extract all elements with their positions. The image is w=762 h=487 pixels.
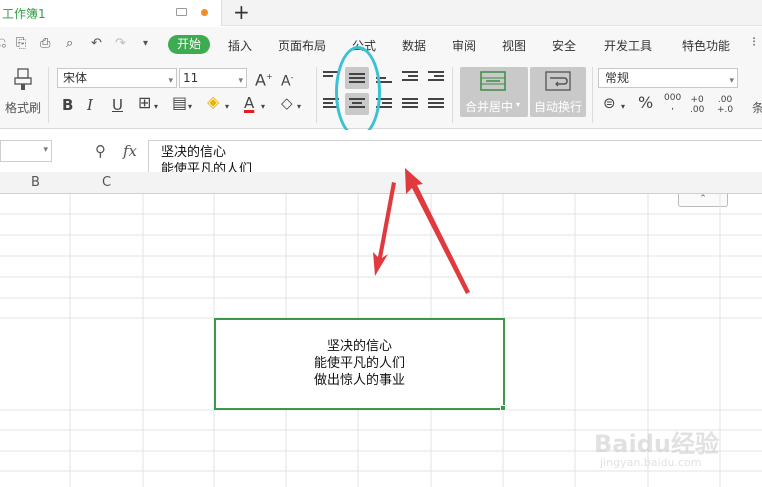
fill-color-icon[interactable]: ◈ (207, 94, 219, 110)
chevron-down-icon: ▾ (516, 100, 521, 109)
percent-icon[interactable]: % (638, 95, 653, 111)
unsaved-dot-icon (201, 9, 208, 16)
active-cell[interactable]: 坚决的信心 能使平凡的人们 做出惊人的事业 (214, 318, 505, 410)
dec-decimal-bottom: +.0 (717, 105, 734, 115)
distributed-align-icon[interactable] (428, 98, 444, 112)
thousands-label: 000 (664, 93, 682, 103)
inc-decimal-bottom: .00 (690, 105, 705, 115)
thousands-separator-icon[interactable]: 000, (664, 94, 681, 112)
fill-style-icon[interactable]: ▤ (172, 95, 187, 111)
column-header-b[interactable]: B (31, 175, 40, 190)
chevron-down-icon: ▾ (43, 145, 48, 155)
menu-special-features[interactable]: 特色功能 (682, 37, 730, 54)
document-tab[interactable]: 工作簿1 (0, 0, 222, 26)
separator (592, 67, 593, 123)
decrease-decimal-icon[interactable]: .00 +.0 (717, 95, 733, 115)
fill-handle[interactable] (500, 405, 506, 411)
menu-security[interactable]: 安全 (552, 37, 576, 54)
align-top-icon[interactable] (323, 71, 339, 85)
currency-icon[interactable]: ⊜ (603, 95, 616, 111)
screen-icon[interactable] (176, 8, 187, 16)
watermark-main: Baidu经验 (594, 430, 719, 458)
chevron-down-icon[interactable]: ▾ (297, 99, 301, 115)
column-header-c[interactable]: C (102, 175, 111, 190)
chevron-down-icon: ▾ (168, 76, 173, 86)
increase-decimal-icon[interactable]: +0.00 (690, 95, 704, 115)
dec-decimal-top: .00 (717, 95, 733, 105)
chevron-down-icon[interactable]: ▾ (621, 99, 625, 115)
name-box[interactable]: ▾ (0, 140, 52, 162)
column-header-row: B C (0, 172, 762, 194)
title-tab-bar: 工作簿1 + (0, 0, 762, 26)
ribbon-toolbar: 格式刷 宋体 ▾ 11 ▾ A+ A- B I U ⊞ ▾ ▤ ▾ ◈ ▾ A … (0, 61, 762, 129)
border-icon[interactable]: ⊞ (138, 95, 151, 111)
wrap-text-icon (545, 71, 571, 91)
bold-icon[interactable]: B (62, 97, 73, 113)
menu-home[interactable]: 开始 (168, 35, 210, 54)
print-icon[interactable]: ⎙ (40, 37, 53, 50)
menu-developer[interactable]: 开发工具 (604, 37, 652, 54)
chevron-down-icon[interactable]: ▾ (188, 99, 192, 115)
chevron-down-icon: ▾ (729, 76, 734, 86)
menu-page-layout[interactable]: 页面布局 (278, 37, 326, 54)
underline-icon[interactable]: U (112, 97, 123, 113)
baidu-watermark: Baidu经验 jingyan.baidu.com (594, 418, 754, 478)
menu-data[interactable]: 数据 (402, 37, 426, 54)
format-painter-label[interactable]: 格式刷 (5, 99, 41, 116)
number-format-select[interactable]: 常规 ▾ (598, 68, 738, 88)
wrap-text-label: 自动换行 (534, 100, 583, 114)
wrap-text-button[interactable]: 自动换行 (530, 67, 586, 117)
align-center-button[interactable] (345, 93, 369, 115)
undo-history-icon[interactable]: ⎌ (0, 37, 9, 50)
chevron-down-icon: ▾ (238, 76, 243, 86)
redo-icon[interactable]: ↷ (115, 37, 128, 50)
new-tab-button[interactable]: + (233, 1, 250, 23)
font-name-value: 宋体 (63, 71, 88, 85)
document-name: 工作簿1 (2, 7, 46, 21)
watermark-url: jingyan.baidu.com (600, 456, 702, 469)
separator (316, 67, 317, 123)
menu-view[interactable]: 视图 (502, 37, 526, 54)
justify-icon[interactable] (402, 98, 418, 112)
decrease-font-icon[interactable]: A- (281, 70, 293, 90)
chevron-down-icon[interactable]: ▾ (225, 99, 229, 115)
paste-icon[interactable]: ⎘ (16, 37, 29, 50)
font-name-select[interactable]: 宋体 ▾ (57, 68, 177, 88)
separator (48, 67, 49, 123)
menu-insert[interactable]: 插入 (228, 37, 252, 54)
chevron-down-icon[interactable]: ▾ (261, 99, 265, 115)
chevron-down-icon[interactable]: ▾ (154, 99, 158, 115)
font-color-icon[interactable]: A (244, 95, 254, 111)
quick-access-dropdown-icon[interactable]: ▾ (143, 37, 156, 50)
number-format-value: 常规 (605, 71, 630, 85)
align-bottom-icon[interactable] (376, 77, 392, 91)
italic-icon[interactable]: I (87, 97, 93, 113)
increase-indent-icon[interactable] (428, 71, 444, 85)
menu-review[interactable]: 审阅 (452, 37, 476, 54)
eraser-icon[interactable]: ◇ (281, 95, 293, 111)
align-left-icon[interactable] (323, 98, 339, 112)
align-right-icon[interactable] (376, 98, 392, 112)
font-size-select[interactable]: 11 ▾ (179, 68, 247, 88)
undo-icon[interactable]: ↶ (91, 37, 104, 50)
font-size-value: 11 (183, 71, 199, 85)
increase-font-icon[interactable]: A+ (255, 69, 273, 88)
separator (452, 67, 453, 123)
merge-cells-icon (480, 71, 506, 91)
merge-center-button[interactable]: 合并居中 ▾ (460, 67, 528, 117)
decrease-indent-icon[interactable] (402, 71, 418, 85)
format-painter-icon[interactable] (12, 67, 34, 91)
insert-function-icon[interactable]: fx (123, 142, 137, 160)
merge-center-label: 合并居中 (465, 100, 514, 114)
zoom-icon[interactable]: ⚲ (95, 142, 106, 160)
more-menu-icon[interactable]: ⁝ (752, 36, 762, 49)
align-middle-button[interactable] (345, 67, 369, 89)
menu-bar: ⎌ ⎘ ⎙ ⌕ ↶ ↷ ▾ 开始 插入 页面布局 公式 数据 审阅 视图 安全 … (0, 27, 762, 61)
menu-formulas[interactable]: 公式 (352, 37, 376, 54)
inc-decimal-top: +0 (690, 95, 704, 105)
conditional-format-label[interactable]: 条 (752, 99, 762, 116)
print-preview-icon[interactable]: ⌕ (66, 37, 79, 50)
